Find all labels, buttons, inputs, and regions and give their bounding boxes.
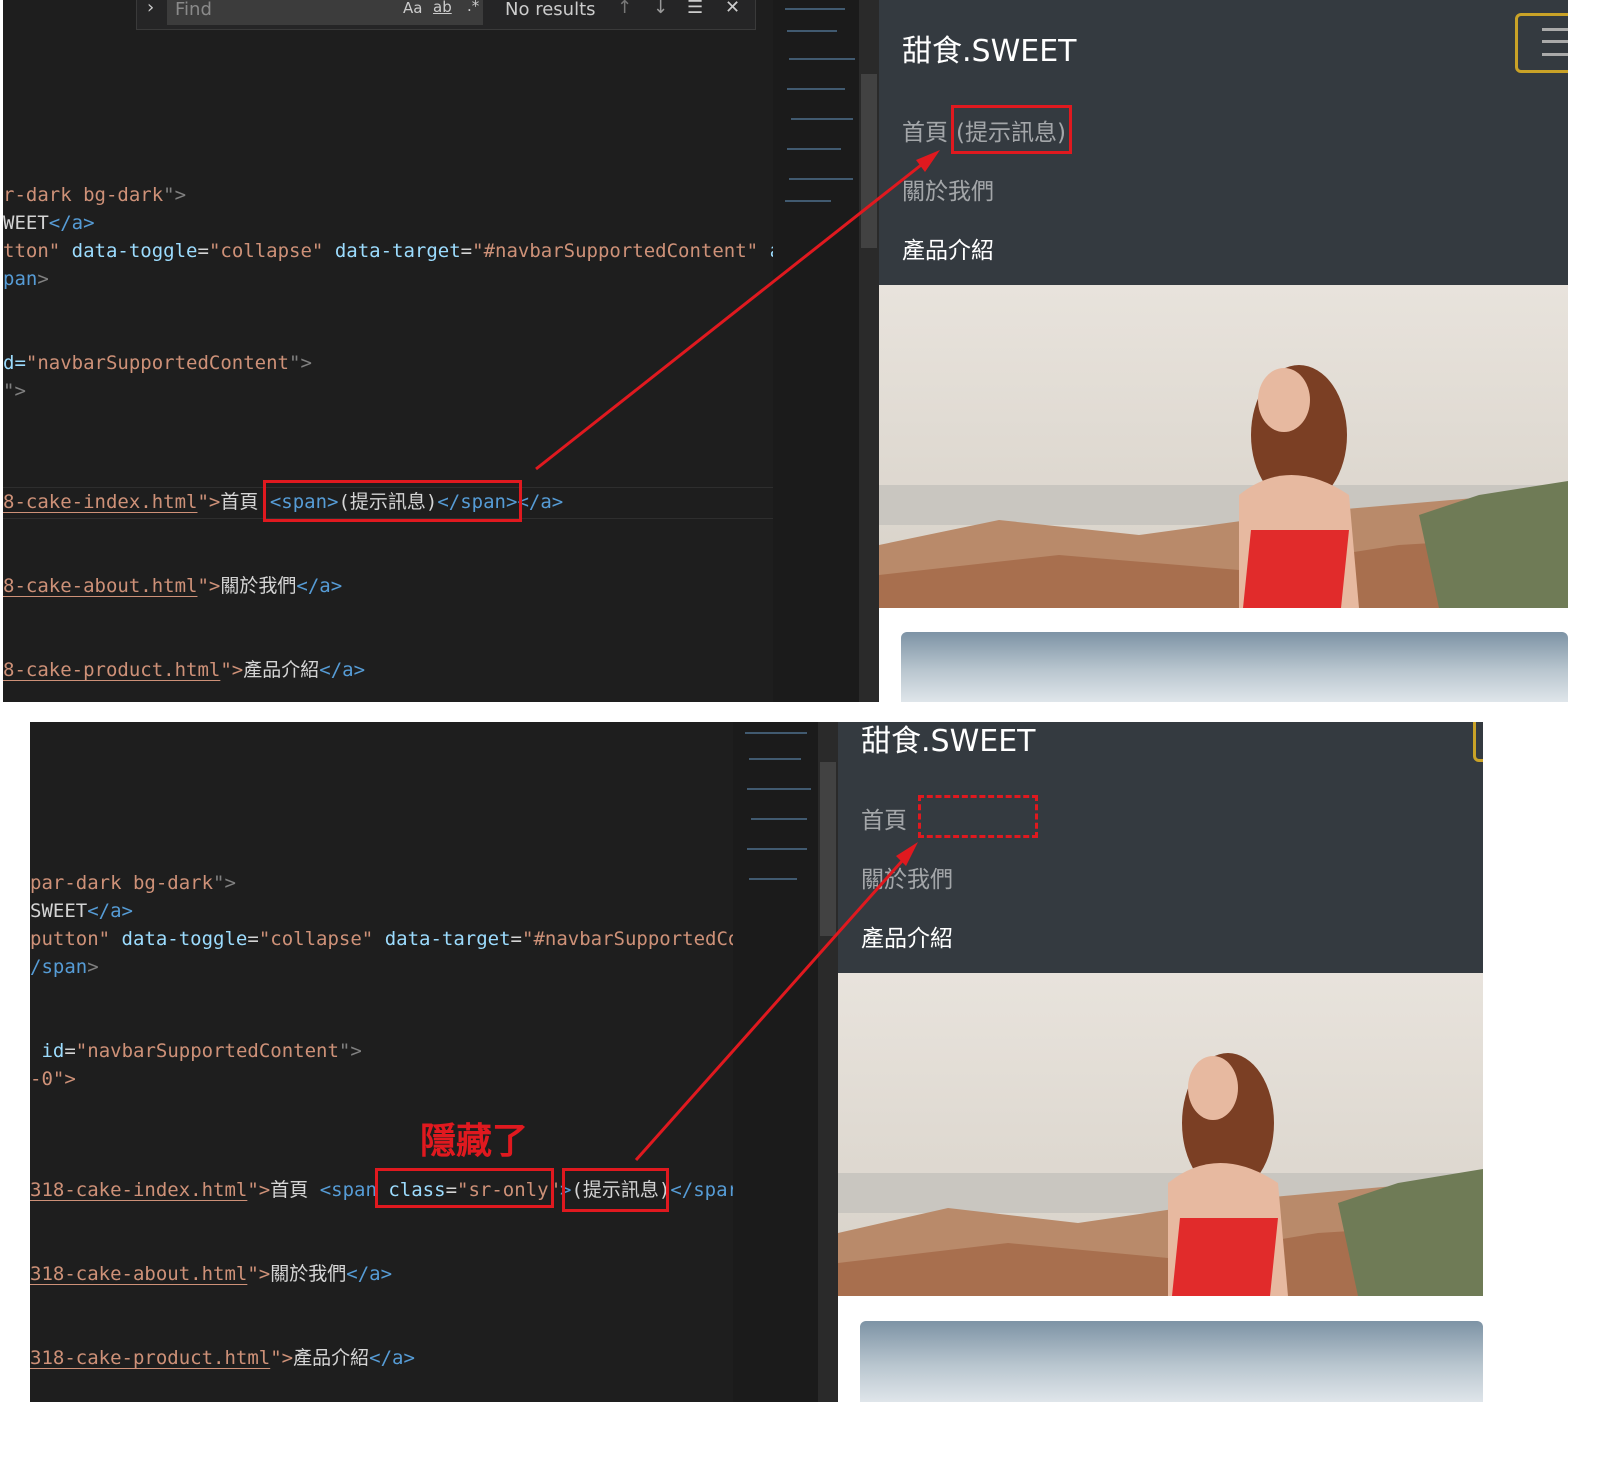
find-widget: › Find Aa ab .* No results ↑ ↓ ☰ ✕	[136, 0, 756, 30]
nav-link-about[interactable]: 關於我們	[902, 172, 994, 206]
previous-match-icon[interactable]: ↑	[617, 0, 632, 18]
hero-photo-image	[838, 973, 1483, 1296]
top-browser-preview: 甜食.SWEET 首頁 (提示訊息) 關於我們 產品介紹	[879, 0, 1568, 702]
card-image-top	[901, 632, 1568, 702]
scrollbar-thumb[interactable]	[861, 74, 877, 248]
minimap-line	[747, 848, 807, 850]
span-highlight-box	[263, 480, 522, 522]
code-line: -0">	[30, 1068, 76, 1090]
find-input-placeholder: Find	[175, 0, 212, 20]
code-line: putton" data-toggle="collapse" data-targ…	[30, 928, 733, 950]
code-line-product-link: 318-cake-product.html">產品介紹</a>	[30, 1347, 415, 1369]
code-line: tton" data-toggle="collapse" data-target…	[3, 240, 779, 262]
nav-link-product[interactable]: 產品介紹	[902, 231, 994, 265]
navbar-brand[interactable]: 甜食.SWEET	[902, 26, 1076, 70]
code-line: d="navbarSupportedContent">	[3, 352, 312, 374]
minimap-line	[785, 200, 831, 202]
find-in-selection-icon[interactable]: ☰	[687, 0, 703, 18]
code-line: /span>	[30, 956, 99, 978]
card-image-top	[860, 1321, 1483, 1402]
bottom-code-editor[interactable]: par-dark bg-dark"> SWEET</a> putton" dat…	[30, 722, 733, 1402]
top-scrollbar[interactable]	[859, 0, 879, 702]
code-line-about-link: 8-cake-about.html">關於我們</a>	[3, 575, 343, 597]
navbar: 甜食.SWEET 首頁 (提示訊息) 關於我們 產品介紹	[879, 0, 1568, 285]
minimap-line	[745, 732, 807, 734]
nav-link-product[interactable]: 產品介紹	[861, 919, 953, 953]
nav-link-home[interactable]: 首頁	[861, 801, 907, 835]
hero-photo	[838, 973, 1483, 1296]
find-input[interactable]: Find Aa ab .*	[167, 0, 483, 25]
bottom-minimap[interactable]	[733, 722, 818, 1402]
code-line: SWEET</a>	[30, 900, 133, 922]
top-minimap[interactable]	[773, 0, 859, 702]
hint-highlight-box	[951, 105, 1072, 154]
scrollbar-thumb[interactable]	[820, 762, 836, 936]
navbar-toggler-button[interactable]	[1515, 13, 1568, 73]
minimap-line	[791, 118, 853, 120]
minimap-line	[789, 178, 853, 180]
bottom-scrollbar[interactable]	[818, 722, 838, 1402]
code-line: r-dark bg-dark">	[3, 184, 187, 206]
code-line: par-dark bg-dark">	[30, 872, 236, 894]
minimap-line	[787, 148, 841, 150]
navbar-toggler-button[interactable]	[1473, 722, 1483, 762]
sr-only-class-highlight-box	[375, 1168, 554, 1208]
nav-link-home[interactable]: 首頁	[902, 113, 948, 147]
nav-link-about[interactable]: 關於我們	[861, 860, 953, 894]
match-word-icon[interactable]: ab	[433, 0, 452, 16]
code-line: ">	[3, 380, 26, 402]
find-expand-chevron-icon[interactable]: ›	[147, 0, 154, 18]
hidden-hint-placeholder-box	[918, 795, 1038, 838]
match-case-icon[interactable]: Aa	[403, 0, 422, 17]
minimap-line	[749, 878, 797, 880]
minimap-line	[747, 788, 811, 790]
annotation-hidden-label: 隱藏了	[420, 1121, 529, 1162]
code-line-product-link: 8-cake-product.html">產品介紹</a>	[3, 659, 366, 681]
hero-photo-image	[879, 285, 1568, 608]
minimap-line	[785, 8, 845, 10]
next-match-icon[interactable]: ↓	[653, 0, 668, 18]
bottom-browser-preview: 甜食.SWEET 首頁 關於我們 產品介紹	[838, 722, 1483, 1402]
close-find-icon[interactable]: ✕	[725, 0, 740, 18]
minimap-line	[787, 88, 845, 90]
navbar: 甜食.SWEET 首頁 關於我們 產品介紹	[838, 722, 1483, 973]
hamburger-middle-line	[1542, 40, 1568, 43]
hero-photo	[879, 285, 1568, 608]
find-result-count: No results	[505, 0, 596, 20]
minimap-line	[751, 818, 807, 820]
minimap-line	[749, 758, 801, 760]
code-line: WEET</a>	[3, 212, 95, 234]
hidden-text-highlight-box	[562, 1168, 669, 1212]
top-code-editor[interactable]: › Find Aa ab .* No results ↑ ↓ ☰ ✕ r-dar…	[3, 0, 779, 702]
minimap-line	[789, 58, 855, 60]
minimap-line	[787, 30, 837, 32]
code-line: pan>	[3, 268, 49, 290]
code-line: id="navbarSupportedContent">	[41, 1040, 362, 1062]
code-line-about-link: 318-cake-about.html">關於我們</a>	[30, 1263, 393, 1285]
navbar-brand[interactable]: 甜食.SWEET	[861, 722, 1035, 760]
regex-icon[interactable]: .*	[467, 0, 479, 15]
